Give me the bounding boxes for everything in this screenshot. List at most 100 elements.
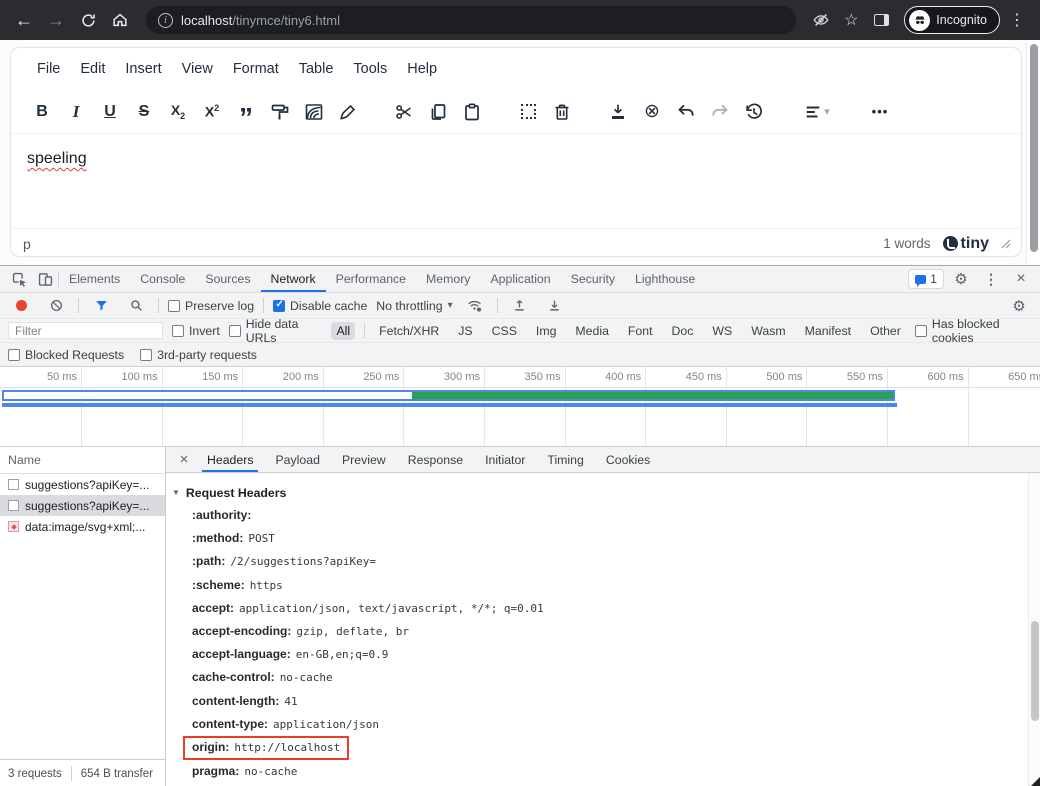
element-path[interactable]: p [23, 236, 31, 252]
back-button[interactable]: ← [10, 6, 38, 34]
tab-cookies[interactable]: Cookies [595, 447, 661, 472]
download-button[interactable] [601, 97, 635, 127]
filter-type-all[interactable]: All [331, 322, 355, 340]
network-settings-button[interactable]: ⚙ [1006, 294, 1032, 318]
requests-column-header[interactable]: Name [0, 447, 165, 474]
page-info-icon[interactable]: i [158, 13, 173, 28]
request-row[interactable]: data:image/svg+xml;... [0, 516, 165, 537]
tab-timing[interactable]: Timing [536, 447, 594, 472]
paste-button[interactable] [455, 97, 489, 127]
tab-performance[interactable]: Performance [326, 266, 416, 292]
side-panel-button[interactable] [868, 7, 894, 33]
filter-toggle-button[interactable] [88, 294, 114, 318]
word-count[interactable]: 1 words [883, 236, 930, 251]
tab-sources[interactable]: Sources [195, 266, 260, 292]
network-search-button[interactable] [123, 294, 149, 318]
third-party-requests-checkbox[interactable]: 3rd-party requests [140, 348, 257, 362]
blockquote-button[interactable]: ” [229, 97, 263, 127]
cut-button[interactable] [387, 97, 421, 127]
tab-lighthouse[interactable]: Lighthouse [625, 266, 705, 292]
network-conditions-button[interactable] [462, 294, 488, 318]
underline-button[interactable]: U [93, 97, 127, 127]
tab-response[interactable]: Response [397, 447, 474, 472]
browser-menu-button[interactable]: ⋮ [1004, 7, 1030, 33]
tab-memory[interactable]: Memory [416, 266, 480, 292]
tab-initiator[interactable]: Initiator [474, 447, 536, 472]
details-scrollbar-thumb[interactable] [1031, 621, 1039, 721]
request-headers-section[interactable]: ▼ Request Headers [172, 482, 1016, 504]
menu-format[interactable]: Format [223, 56, 289, 82]
request-row-selected[interactable]: suggestions?apiKey=... [0, 495, 165, 516]
format-painter-button[interactable] [263, 97, 297, 127]
filter-type-media[interactable]: Media [570, 322, 614, 340]
filter-type-manifest[interactable]: Manifest [800, 322, 856, 340]
preserve-log-checkbox[interactable]: Preserve log [168, 299, 254, 313]
device-toolbar-button[interactable] [32, 267, 58, 291]
menu-view[interactable]: View [172, 56, 223, 82]
menu-edit[interactable]: Edit [70, 56, 115, 82]
tab-payload[interactable]: Payload [264, 447, 330, 472]
subscript-button[interactable]: X2 [161, 97, 195, 127]
details-scrollbar[interactable] [1028, 473, 1040, 786]
editor-content[interactable]: speeling [11, 134, 1021, 228]
export-har-button[interactable] [542, 294, 568, 318]
disable-cache-checkbox[interactable]: Disable cache [273, 299, 367, 313]
overview-request-bar[interactable] [2, 390, 895, 401]
cancel-button[interactable]: ⊗ [635, 97, 669, 127]
has-blocked-cookies-checkbox[interactable]: Has blocked cookies [915, 317, 1032, 345]
throttling-select[interactable]: No throttling▾ [376, 299, 452, 313]
filter-type-img[interactable]: Img [531, 322, 562, 340]
menu-tools[interactable]: Tools [343, 56, 397, 82]
more-toolbar-button[interactable]: ••• [863, 97, 897, 127]
record-button[interactable] [8, 294, 34, 318]
invert-checkbox[interactable]: Invert [172, 324, 220, 338]
menu-file[interactable]: File [27, 56, 70, 82]
devtools-settings-button[interactable]: ⚙ [948, 267, 974, 291]
image-frame-button[interactable] [297, 97, 331, 127]
filter-type-fetch-xhr[interactable]: Fetch/XHR [374, 322, 444, 340]
tiny-branding[interactable]: tiny [943, 235, 989, 253]
tab-network[interactable]: Network [261, 266, 326, 292]
tab-security[interactable]: Security [561, 266, 625, 292]
import-har-button[interactable] [507, 294, 533, 318]
undo-button[interactable] [669, 97, 703, 127]
home-button[interactable] [106, 6, 134, 34]
close-details-button[interactable]: × [172, 447, 196, 472]
window-resize-grip[interactable] [1031, 777, 1040, 786]
tab-headers[interactable]: Headers [196, 447, 264, 472]
issues-badge[interactable]: 1 [908, 269, 944, 289]
menu-help[interactable]: Help [397, 56, 447, 82]
devtools-menu-button[interactable]: ⋮ [978, 267, 1004, 291]
page-scrollbar-thumb[interactable] [1030, 44, 1038, 252]
filter-type-css[interactable]: CSS [487, 322, 522, 340]
devtools-close-button[interactable]: × [1008, 267, 1034, 291]
clear-button[interactable] [43, 294, 69, 318]
tab-elements[interactable]: Elements [59, 266, 130, 292]
select-all-button[interactable] [511, 97, 545, 127]
tab-preview[interactable]: Preview [331, 447, 397, 472]
network-overview-timeline[interactable]: 50 ms 100 ms 150 ms 200 ms 250 ms 300 ms… [0, 367, 1040, 447]
superscript-button[interactable]: X2 [195, 97, 229, 127]
restore-draft-button[interactable] [737, 97, 771, 127]
copy-button[interactable] [421, 97, 455, 127]
blocked-requests-checkbox[interactable]: Blocked Requests [8, 348, 124, 362]
filter-type-doc[interactable]: Doc [667, 322, 699, 340]
profile-chip[interactable]: Incognito [904, 6, 1000, 34]
cookies-blocked-button[interactable] [808, 7, 834, 33]
hide-data-urls-checkbox[interactable]: Hide data URLs [229, 317, 323, 345]
filter-type-wasm[interactable]: Wasm [746, 322, 790, 340]
strikethrough-button[interactable]: S [127, 97, 161, 127]
request-row[interactable]: suggestions?apiKey=... [0, 474, 165, 495]
filter-input[interactable] [8, 322, 163, 339]
delete-button[interactable] [545, 97, 579, 127]
italic-button[interactable]: I [59, 97, 93, 127]
align-button[interactable]: ▾ [793, 97, 841, 127]
page-scrollbar[interactable] [1026, 40, 1040, 265]
menu-insert[interactable]: Insert [115, 56, 171, 82]
filter-type-other[interactable]: Other [865, 322, 906, 340]
filter-type-js[interactable]: JS [453, 322, 477, 340]
tab-console[interactable]: Console [130, 266, 195, 292]
bold-button[interactable]: B [25, 97, 59, 127]
permanent-pen-button[interactable] [331, 97, 365, 127]
menu-table[interactable]: Table [289, 56, 344, 82]
